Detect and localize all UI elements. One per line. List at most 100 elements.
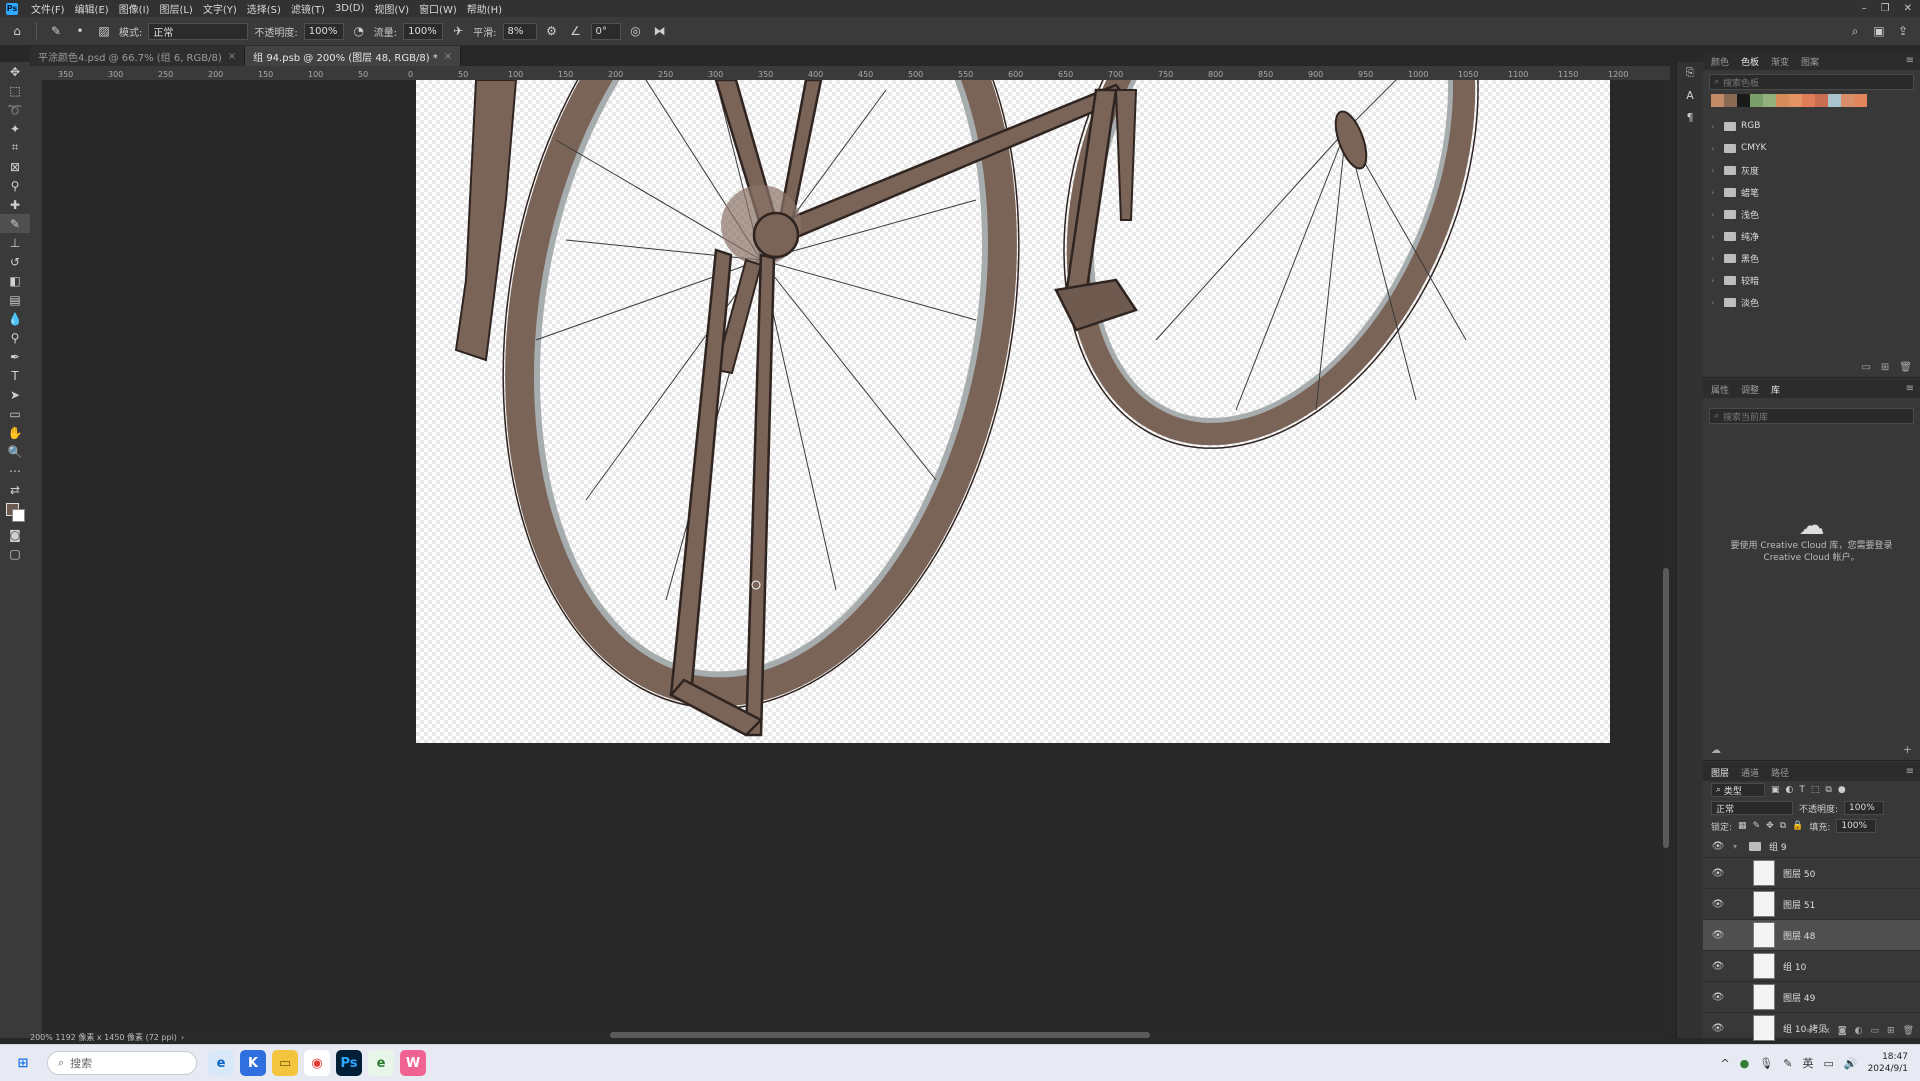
chevron-right-icon[interactable]: ›: [1711, 298, 1719, 307]
airbrush-icon[interactable]: ✈: [449, 22, 467, 40]
clone-stamp-tool-icon[interactable]: ⊥: [0, 233, 30, 252]
tab-patterns[interactable]: 图案: [1801, 55, 1819, 68]
chevron-right-icon[interactable]: ›: [1711, 122, 1719, 131]
magic-wand-tool-icon[interactable]: ✦: [0, 119, 30, 138]
filter-pixel-icon[interactable]: ▣: [1771, 785, 1780, 795]
layer-opacity-field[interactable]: 100%: [1844, 801, 1885, 815]
swatch-group-row[interactable]: › 浅色: [1703, 203, 1920, 225]
lock-artboard-icon[interactable]: ⧉: [1780, 821, 1786, 831]
history-brush-tool-icon[interactable]: ↺: [0, 252, 30, 271]
pressure-opacity-icon[interactable]: ◔: [350, 22, 368, 40]
minimize-icon[interactable]: –: [1862, 3, 1867, 14]
rectangle-tool-icon[interactable]: ▭: [0, 404, 30, 423]
background-color-swatch[interactable]: [12, 509, 25, 522]
chevron-right-icon[interactable]: ›: [1711, 232, 1719, 241]
menu-layer[interactable]: 图层(L): [154, 1, 197, 16]
color-swatch[interactable]: [1789, 94, 1802, 107]
add-icon[interactable]: +: [1903, 743, 1912, 756]
symmetry-icon[interactable]: ⧓: [651, 22, 669, 40]
lock-transparent-icon[interactable]: ▦: [1738, 821, 1747, 831]
chevron-right-icon[interactable]: ›: [1711, 166, 1719, 175]
blur-tool-icon[interactable]: 💧: [0, 309, 30, 328]
tray-app-icon[interactable]: ●: [1740, 1057, 1750, 1070]
eye-icon[interactable]: 👁: [1711, 992, 1725, 1003]
tab-gradients[interactable]: 渐变: [1771, 55, 1789, 68]
chevron-right-icon[interactable]: ›: [1711, 144, 1719, 153]
tab-properties[interactable]: 属性: [1711, 383, 1729, 396]
type-tool-icon[interactable]: T: [0, 366, 30, 385]
smoothing-field[interactable]: 8%: [502, 22, 537, 40]
layer-row[interactable]: 👁 图层 49: [1703, 982, 1920, 1013]
document-tab[interactable]: 平涂颜色4.psd @ 66.7% (组 6, RGB/8) ×: [30, 46, 246, 66]
add-mask-icon[interactable]: ◙: [1838, 1026, 1847, 1036]
app-pink-icon[interactable]: W: [400, 1050, 426, 1076]
delete-icon[interactable]: 🗑: [1903, 1026, 1914, 1036]
color-swatch[interactable]: [1776, 94, 1789, 107]
hand-tool-icon[interactable]: ✋: [0, 423, 30, 442]
flow-field[interactable]: 100%: [403, 22, 444, 40]
dodge-tool-icon[interactable]: ⚲: [0, 328, 30, 347]
opacity-field[interactable]: 100%: [303, 22, 344, 40]
document-canvas[interactable]: [416, 80, 1610, 743]
layer-fill-field[interactable]: 100%: [1836, 819, 1877, 833]
library-search-input[interactable]: ⌕ 搜索当前库: [1709, 408, 1914, 424]
lasso-tool-icon[interactable]: ➰: [0, 100, 30, 119]
panel-menu-icon[interactable]: ≡: [1906, 383, 1914, 394]
layer-row[interactable]: 👁 图层 48: [1703, 920, 1920, 951]
start-menu-icon[interactable]: ⊞: [10, 1050, 36, 1076]
more-tools-icon[interactable]: ⋯: [0, 461, 30, 480]
new-group-icon[interactable]: ▭: [1861, 362, 1870, 373]
color-swatch[interactable]: [1828, 94, 1841, 107]
color-swatch[interactable]: [1841, 94, 1854, 107]
menu-help[interactable]: 帮助(H): [462, 1, 507, 16]
zoom-tool-icon[interactable]: 🔍: [0, 442, 30, 461]
character-icon[interactable]: A: [1677, 84, 1703, 106]
color-swatch[interactable]: [1737, 94, 1750, 107]
volume-icon[interactable]: 🔊: [1844, 1057, 1858, 1070]
vertical-scrollbar[interactable]: [1662, 80, 1670, 1032]
adjustment-layer-icon[interactable]: ◐: [1855, 1026, 1863, 1036]
menu-file[interactable]: 文件(F): [26, 1, 70, 16]
color-swatch[interactable]: [1724, 94, 1737, 107]
edge-browser-icon[interactable]: e: [208, 1050, 234, 1076]
filter-shape-icon[interactable]: ⬚: [1811, 785, 1820, 795]
tab-libraries[interactable]: 库: [1771, 383, 1780, 396]
app-k-icon[interactable]: K: [240, 1050, 266, 1076]
file-explorer-icon[interactable]: ▭: [272, 1050, 298, 1076]
move-tool-icon[interactable]: ✥: [0, 62, 30, 81]
panel-menu-icon[interactable]: ≡: [1906, 766, 1914, 777]
path-selection-tool-icon[interactable]: ➤: [0, 385, 30, 404]
frame-tool-icon[interactable]: ⊠: [0, 157, 30, 176]
network-icon[interactable]: ▭: [1823, 1057, 1833, 1070]
input-method-indicator[interactable]: 英: [1802, 1055, 1813, 1071]
filter-type-icon[interactable]: T: [1799, 785, 1805, 795]
paragraph-icon[interactable]: ¶: [1677, 106, 1703, 128]
tab-paths[interactable]: 路径: [1771, 766, 1789, 779]
lock-image-icon[interactable]: ✎: [1753, 821, 1761, 831]
color-swatch[interactable]: [1711, 94, 1724, 107]
gradient-tool-icon[interactable]: ▤: [0, 290, 30, 309]
menu-type[interactable]: 文字(Y): [198, 1, 242, 16]
swatch-group-row[interactable]: › 蜡笔: [1703, 181, 1920, 203]
tab-channels[interactable]: 通道: [1741, 766, 1759, 779]
color-swatch[interactable]: [1763, 94, 1776, 107]
eye-icon[interactable]: 👁: [1711, 841, 1725, 852]
document-tab-active[interactable]: 组 94.psb @ 200% (图层 48, RGB/8) * ×: [245, 46, 462, 66]
swap-colors-icon[interactable]: ⇄: [0, 480, 30, 499]
brush-preset-picker-icon[interactable]: •: [71, 22, 89, 40]
chevron-right-icon[interactable]: ›: [1711, 188, 1719, 197]
gear-icon[interactable]: ⚙: [543, 22, 561, 40]
filter-smart-object-icon[interactable]: ⧉: [1825, 785, 1831, 795]
color-swatch[interactable]: [1854, 94, 1867, 107]
eye-icon[interactable]: 👁: [1711, 899, 1725, 910]
color-swatch[interactable]: [1802, 94, 1815, 107]
chevron-down-icon[interactable]: ▾: [1733, 842, 1741, 851]
tab-color[interactable]: 颜色: [1711, 55, 1729, 68]
close-icon[interactable]: ×: [444, 51, 452, 62]
layer-row[interactable]: 👁 图层 51: [1703, 889, 1920, 920]
history-icon[interactable]: ⎘: [1677, 62, 1703, 84]
restore-icon[interactable]: ❐: [1881, 3, 1890, 14]
photoshop-taskbar-icon[interactable]: Ps: [336, 1050, 362, 1076]
layer-filter-select[interactable]: ⌕ 类型: [1711, 783, 1765, 797]
search-icon[interactable]: ⌕: [1846, 22, 1864, 40]
